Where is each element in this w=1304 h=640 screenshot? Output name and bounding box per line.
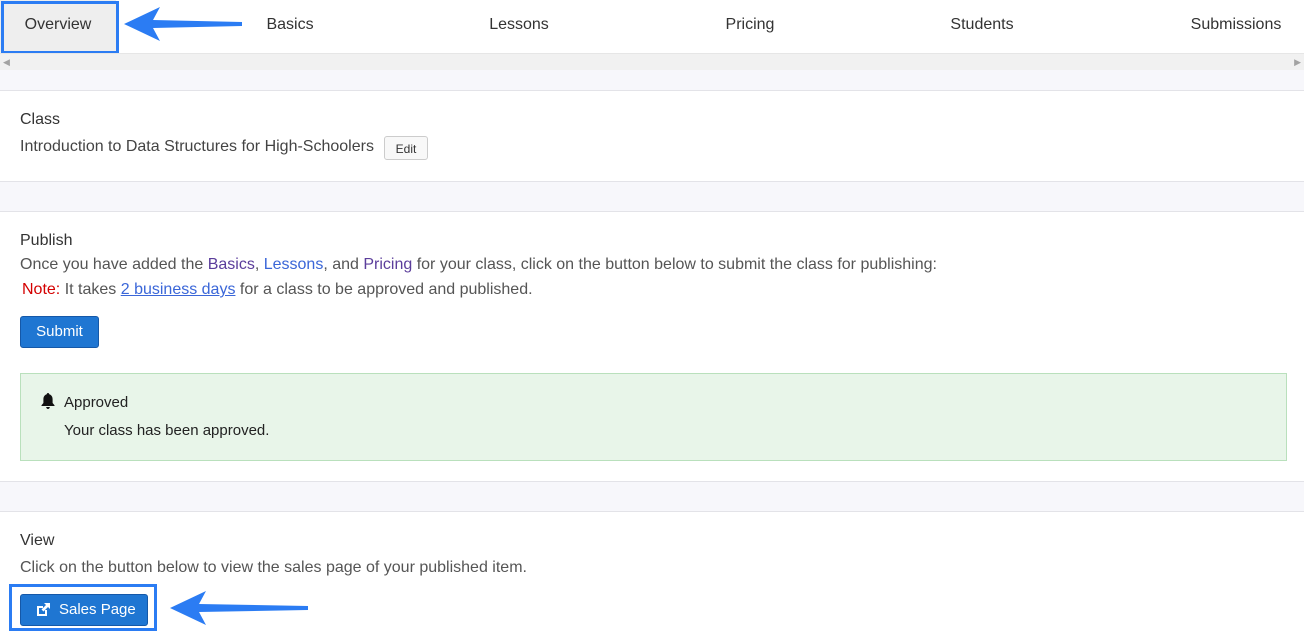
note-text-prefix: It takes: [60, 281, 121, 298]
tab-pricing[interactable]: Pricing: [700, 0, 800, 53]
class-section: Class Introduction to Data Structures fo…: [0, 90, 1304, 182]
tab-lessons[interactable]: Lessons: [469, 0, 569, 53]
publish-note: Note: It takes 2 business days for a cla…: [22, 281, 533, 299]
tab-students[interactable]: Students: [932, 0, 1032, 53]
lessons-link[interactable]: Lessons: [264, 256, 324, 273]
basics-link[interactable]: Basics: [208, 256, 255, 273]
pricing-link[interactable]: Pricing: [363, 256, 412, 273]
note-text-suffix: for a class to be approved and published…: [235, 281, 533, 298]
tab-submissions[interactable]: Submissions: [1180, 0, 1292, 53]
arrow-pointer-sales-page: [170, 591, 308, 625]
overview-highlight-box: [1, 1, 119, 54]
alert-title: Approved: [64, 394, 129, 411]
note-label: Note:: [22, 281, 61, 298]
edit-class-button[interactable]: Edit: [384, 136, 428, 160]
scroll-right-icon[interactable]: ▶: [1294, 57, 1301, 67]
publish-text-and: , and: [323, 256, 364, 273]
view-description: Click on the button below to view the sa…: [20, 559, 527, 576]
class-name: Introduction to Data Structures for High…: [20, 138, 374, 155]
publish-heading: Publish: [20, 232, 73, 249]
submit-button[interactable]: Submit: [20, 316, 99, 348]
publish-text-comma: ,: [254, 256, 264, 273]
publish-text-suffix: for your class, click on the button belo…: [412, 256, 937, 273]
sales-page-highlight-box: [9, 584, 157, 631]
class-heading: Class: [20, 111, 61, 128]
horizontal-scrollbar[interactable]: ◀ ▶: [0, 53, 1304, 70]
arrow-pointer-overview: [124, 7, 242, 41]
publish-text-prefix: Once you have added the: [20, 256, 208, 273]
tab-basics[interactable]: Basics: [240, 0, 340, 53]
bell-icon: [41, 393, 55, 409]
scroll-left-icon[interactable]: ◀: [3, 57, 10, 67]
business-days-link[interactable]: 2 business days: [121, 281, 236, 298]
approved-alert: Approved Your class has been approved.: [20, 373, 1287, 461]
view-heading: View: [20, 532, 55, 549]
publish-section: Publish Once you have added the Basics, …: [0, 211, 1304, 482]
alert-message: Your class has been approved.: [64, 422, 270, 439]
publish-instructions: Once you have added the Basics, Lessons,…: [20, 256, 937, 274]
